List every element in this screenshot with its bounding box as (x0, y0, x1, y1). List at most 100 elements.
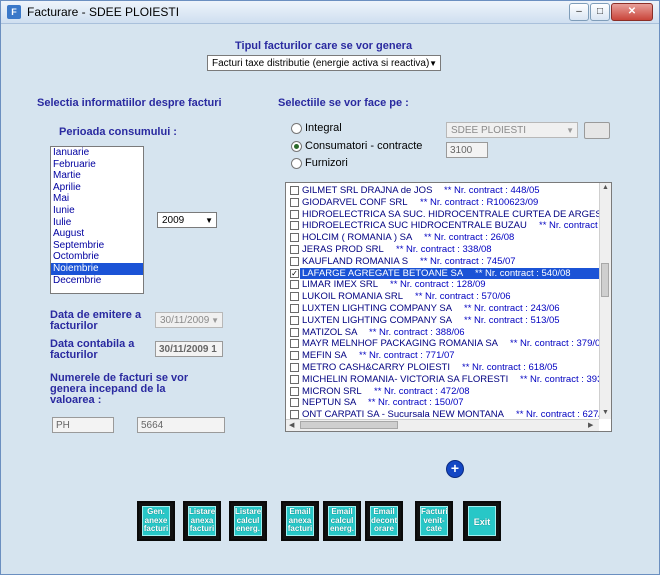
issue-date-picker[interactable]: 30/11/2009 ▼ (155, 312, 223, 328)
contract-number: ** Nr. contract : 771/07 (359, 350, 455, 362)
maximize-button[interactable]: □ (590, 3, 610, 21)
contract-number: ** Nr. contract : 618/05 (462, 362, 558, 373)
action-button-label: Email decont orare (370, 506, 398, 536)
year-select[interactable]: 2009 ▼ (157, 212, 217, 228)
month-item[interactable]: Aprilie (51, 182, 143, 194)
contract-checkbox[interactable] (290, 256, 299, 266)
contract-checkbox[interactable] (290, 410, 299, 420)
scroll-left-icon[interactable]: ◀ (289, 421, 294, 429)
radio-furnizori[interactable] (291, 158, 302, 169)
contract-checkbox[interactable] (290, 315, 299, 325)
action-button-label: Listare calcul energ. (234, 506, 262, 536)
contract-checkbox[interactable] (290, 327, 299, 337)
contract-number: ** Nr. contract : 513/05 (464, 314, 560, 326)
branch-action-button[interactable] (584, 122, 610, 139)
left-section-title: Selectia informatiilor despre facturi (37, 97, 222, 109)
contract-number: ** Nr. contract : 448/05 (444, 185, 540, 196)
month-item[interactable]: Iulie (51, 217, 143, 229)
listare-anexa-facturi-button[interactable]: Listare anexa facturi (183, 501, 221, 541)
action-button-label: Email anexa facturi (286, 506, 314, 536)
right-section-title: Selectiile se vor face pe : (278, 97, 409, 109)
action-button-label: Exit (468, 506, 496, 536)
month-item[interactable]: Decembrie (51, 275, 143, 287)
contract-checkbox[interactable] (290, 292, 299, 302)
form-client-area: Tipul facturilor care se vor genera Fact… (5, 24, 655, 570)
contract-name: LUKOIL ROMANIA SRL (302, 291, 404, 303)
facturi-venit-cate-button[interactable]: Facturi venit- cate (415, 501, 453, 541)
horizontal-scroll-thumb[interactable] (300, 421, 398, 429)
contract-checkbox[interactable] (290, 398, 299, 408)
numbering-label: Numerele de facturi se vor genera incepa… (50, 372, 189, 406)
invoice-type-select[interactable]: Facturi taxe distributie (energie activa… (207, 55, 441, 71)
contract-checkbox[interactable] (290, 351, 299, 361)
series-input[interactable]: PH (52, 417, 114, 433)
vertical-scrollbar[interactable]: ▲ ▼ (599, 183, 611, 419)
month-item[interactable]: Octombrie (51, 251, 143, 263)
month-item[interactable]: Ianuarie (51, 147, 143, 159)
minimize-button[interactable]: – (569, 3, 589, 21)
month-item[interactable]: Noiembrie (51, 262, 143, 275)
contract-name: HOLCIM ( ROMANIA ) SA (302, 232, 413, 244)
contract-checkbox[interactable] (290, 363, 299, 372)
code-input[interactable]: 3100 (446, 142, 488, 158)
month-item[interactable]: Mai (51, 193, 143, 205)
contract-checkbox[interactable] (290, 233, 299, 243)
month-item[interactable]: Februarie (51, 159, 143, 171)
contract-number: ** Nr. contract : 150/07 (368, 397, 464, 409)
radio-integral[interactable] (291, 123, 302, 134)
contracts-list[interactable]: GILMET SRL DRAJNA de JOS ** Nr. contract … (285, 182, 612, 432)
contract-name: MATIZOL SA (302, 326, 358, 338)
scroll-right-icon[interactable]: ▶ (588, 421, 593, 429)
contract-checkbox[interactable] (290, 280, 299, 290)
period-label: Perioada consumului : (59, 126, 177, 138)
scroll-down-icon[interactable]: ▼ (602, 409, 609, 416)
close-button[interactable]: ✕ (611, 3, 653, 21)
contract-checkbox[interactable] (290, 221, 299, 231)
chevron-down-icon: ▼ (211, 316, 219, 325)
month-item[interactable]: Iunie (51, 205, 143, 217)
contract-number: ** Nr. contract : 243/06 (464, 303, 560, 314)
month-item[interactable]: Martie (51, 170, 143, 182)
contract-name: LIMAR IMEX SRL (302, 279, 379, 291)
title-bar[interactable]: F Facturare - SDEE PLOIESTI – □ ✕ (1, 1, 659, 24)
email-decont-orare-button[interactable]: Email decont orare (365, 501, 403, 541)
add-icon[interactable]: + (446, 460, 464, 478)
contract-checkbox[interactable] (290, 374, 299, 384)
issue-date-label: Data de emitere a facturilor (50, 309, 142, 332)
listare-calcul-energ-button[interactable]: Listare calcul energ. (229, 501, 267, 541)
month-item[interactable]: August (51, 228, 143, 240)
contract-checkbox[interactable] (290, 304, 299, 313)
contract-checkbox[interactable] (290, 245, 299, 254)
contract-name: MEFIN SA (302, 350, 347, 362)
month-item[interactable]: Septembrie (51, 240, 143, 252)
contract-name: JERAS PROD SRL (302, 244, 384, 255)
contract-checkbox[interactable] (290, 386, 299, 396)
vertical-scroll-thumb[interactable] (601, 263, 609, 297)
accounting-date-input[interactable]: 30/11/2009 1 (155, 341, 223, 357)
window-title: Facturare - SDEE PLOIESTI (27, 5, 180, 19)
contract-name: LAFARGE AGREGATE BETOANE SA (302, 267, 464, 279)
contract-checkbox[interactable] (290, 186, 299, 195)
contract-number: ** Nr. contract : 26/08 (424, 232, 515, 244)
radio-consumatori[interactable] (291, 141, 302, 152)
branch-select[interactable]: SDEE PLOIESTI ▼ (446, 122, 578, 138)
exit-button[interactable]: Exit (463, 501, 501, 541)
contract-name: MICRON SRL (302, 385, 362, 397)
email-anexa-facturi-button[interactable]: Email anexa facturi (281, 501, 319, 541)
chevron-down-icon: ▼ (429, 59, 437, 68)
scroll-up-icon[interactable]: ▲ (602, 184, 609, 191)
action-button-label: Gen. anexe facturi (142, 506, 170, 536)
radio-furnizori-label: Furnizori (305, 157, 348, 169)
chevron-down-icon: ▼ (205, 216, 213, 225)
contract-checkbox[interactable]: ✓ (290, 268, 299, 278)
horizontal-scrollbar[interactable]: ◀ ▶ (286, 419, 599, 431)
start-number-input[interactable]: 5664 (137, 417, 225, 433)
months-listbox[interactable]: Ianuarie Februarie Martie Aprilie Mai Iunie Iu… (50, 146, 144, 294)
contract-checkbox[interactable] (290, 197, 299, 207)
email-calcul-energ-button[interactable]: Email calcul energ. (323, 501, 361, 541)
contract-checkbox[interactable] (290, 339, 299, 349)
gen-anexe-facturi-button[interactable]: Gen. anexe facturi (137, 501, 175, 541)
contract-number: ** Nr. contract : 338/08 (396, 244, 492, 255)
contract-name: LUXTEN LIGHTING COMPANY SA (302, 314, 453, 326)
contract-checkbox[interactable] (290, 209, 299, 219)
